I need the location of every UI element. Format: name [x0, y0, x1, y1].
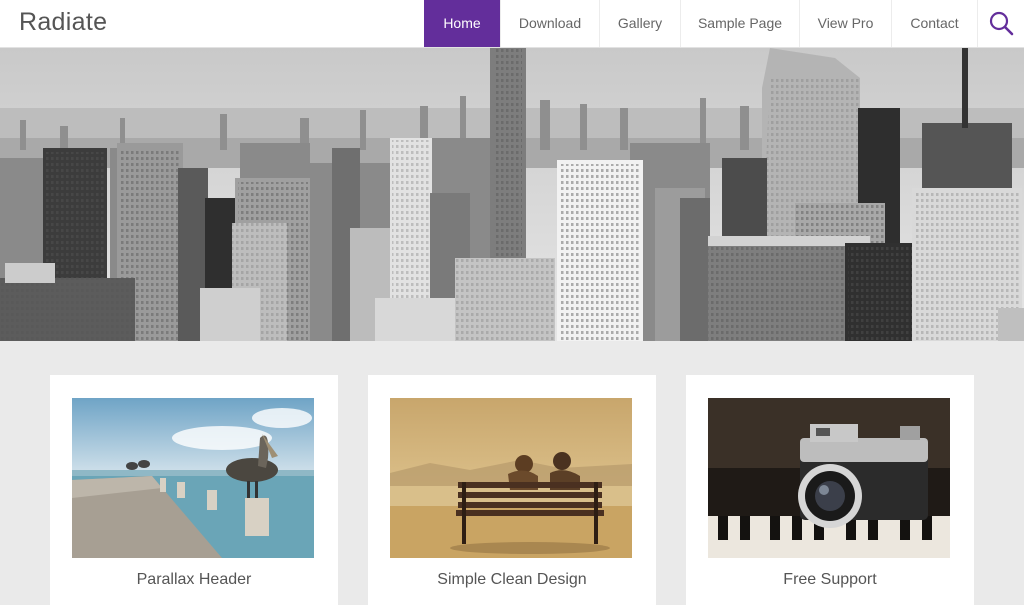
search-icon [989, 11, 1014, 36]
main-navigation: Home Download Gallery Sample Page View P… [424, 0, 977, 47]
couple-bench-image [390, 398, 632, 558]
hero-header-image [0, 48, 1024, 341]
camera-piano-image [708, 398, 950, 558]
site-title[interactable]: Radiate [19, 8, 107, 37]
nav-item-download[interactable]: Download [500, 0, 599, 47]
search-button[interactable] [977, 0, 1024, 47]
feature-card-parallax[interactable]: Parallax Header [50, 375, 338, 605]
city-skyline-image [0, 48, 1024, 341]
nav-item-gallery[interactable]: Gallery [599, 0, 680, 47]
nav-item-view-pro[interactable]: View Pro [799, 0, 891, 47]
site-header: Radiate Home Download Gallery Sample Pag… [0, 0, 1024, 48]
card-title[interactable]: Free Support [686, 571, 974, 589]
pelican-pier-image [72, 398, 314, 558]
card-title[interactable]: Simple Clean Design [368, 571, 656, 589]
card-title[interactable]: Parallax Header [50, 571, 338, 589]
nav-item-home[interactable]: Home [424, 0, 500, 47]
feature-card-clean-design[interactable]: Simple Clean Design [368, 375, 656, 605]
nav-item-contact[interactable]: Contact [891, 0, 977, 47]
feature-card-free-support[interactable]: Free Support [686, 375, 974, 605]
nav-item-sample-page[interactable]: Sample Page [680, 0, 799, 47]
